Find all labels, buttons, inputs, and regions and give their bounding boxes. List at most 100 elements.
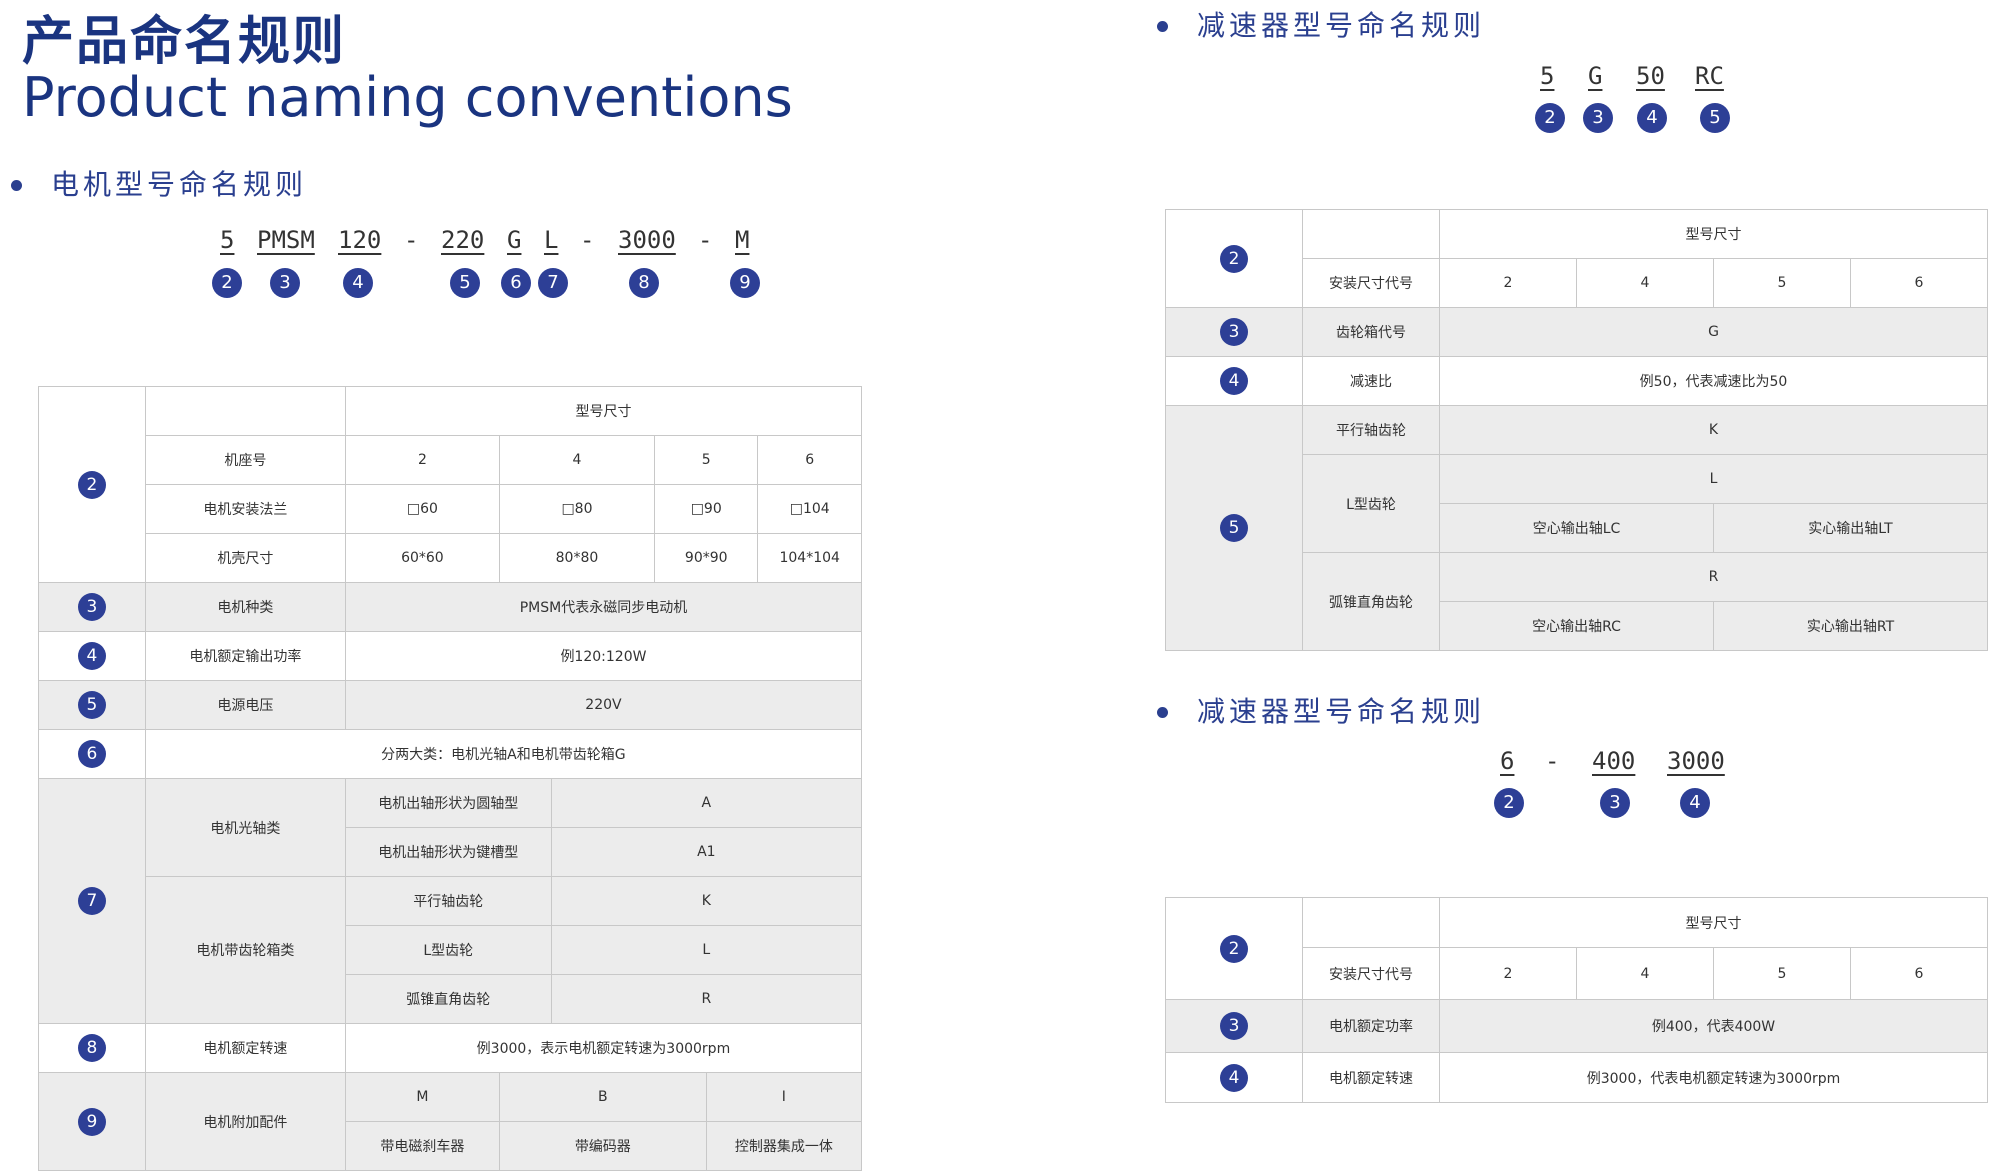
- marker-circle: 2: [77, 470, 106, 499]
- marker-circle: 2: [1494, 788, 1524, 818]
- row-marker: 5: [1165, 405, 1303, 651]
- row-marker: 3: [38, 582, 146, 632]
- blank-cell: [1302, 897, 1440, 948]
- code-separator: -: [404, 226, 419, 254]
- lgear-code: L: [550, 925, 863, 975]
- frame-value: 5: [654, 435, 759, 485]
- shaft-label: 电机光轴类: [144, 778, 346, 877]
- voltage-value: 220V: [344, 680, 863, 730]
- code-part: 220: [441, 226, 485, 254]
- code-part: 3000: [1667, 747, 1725, 775]
- mount-value: 4: [1576, 258, 1714, 308]
- speed-value: 例3000，表示电机额定转速为3000rpm: [344, 1023, 863, 1073]
- gearbox-value: G: [1439, 307, 1988, 357]
- lgear-solid: 实心输出轴LT: [1713, 503, 1988, 553]
- marker-circle: 2: [1220, 244, 1248, 273]
- code-separator: -: [580, 226, 595, 254]
- gearbox-label: 齿轮箱代号: [1302, 307, 1440, 357]
- voltage-label: 电源电压: [144, 680, 346, 730]
- row-marker: 8: [38, 1023, 146, 1073]
- acc-code: M: [344, 1072, 500, 1122]
- flange-value: □104: [757, 484, 862, 534]
- bevel-code: R: [1439, 552, 1988, 602]
- marker-circle: 4: [343, 268, 373, 298]
- parallel-label: 平行轴齿轮: [1302, 405, 1440, 455]
- acc-value: 带编码器: [498, 1121, 707, 1171]
- code-part: RC: [1695, 62, 1724, 90]
- reducer1-spec-table: 2 型号尺寸 安装尺寸代号 2 4 5 6 3 齿轮箱代号 G 4 减速比 例5…: [1165, 209, 1988, 651]
- marker-circle: 3: [77, 593, 106, 621]
- row-marker: 3: [1165, 999, 1303, 1053]
- code-part: 5: [220, 226, 235, 254]
- acc-value: 带电磁刹车器: [344, 1121, 500, 1171]
- marker-circle: 9: [77, 1107, 106, 1136]
- mount-value: 4: [1576, 947, 1714, 1000]
- parallel-code: K: [550, 876, 863, 926]
- lgear-label: L型齿轮: [1302, 454, 1440, 553]
- mount-value: 5: [1713, 258, 1851, 308]
- mount-value: 6: [1850, 947, 1988, 1000]
- marker-circle: 3: [1583, 103, 1613, 133]
- mount-value: 6: [1850, 258, 1988, 308]
- code-part: 5: [1540, 62, 1555, 90]
- marker-circle: 4: [1637, 103, 1667, 133]
- mount-value: 2: [1439, 947, 1577, 1000]
- code-part: 6: [1500, 747, 1515, 775]
- marker-circle: 2: [212, 268, 242, 298]
- code-part: 120: [338, 226, 382, 254]
- code-part: PMSM: [257, 226, 315, 254]
- power-value: 例400，代表400W: [1439, 999, 1988, 1053]
- flange-value: □60: [344, 484, 500, 534]
- bevel-label: 弧锥直角齿轮: [1302, 552, 1440, 651]
- bullet-icon: [1157, 21, 1168, 32]
- row-marker: 2: [1165, 209, 1303, 308]
- lgear-hollow: 空心输出轴LC: [1439, 503, 1714, 553]
- row-marker: 5: [38, 680, 146, 730]
- marker-circle: 3: [1220, 318, 1248, 346]
- marker-circle: 5: [450, 268, 480, 298]
- code-part: 3000: [618, 226, 676, 254]
- speed-value: 例3000，代表电机额定转速为3000rpm: [1439, 1052, 1988, 1103]
- frame-value: 6: [757, 435, 862, 485]
- size-header: 型号尺寸: [1439, 897, 1988, 948]
- marker-circle: 7: [538, 268, 568, 298]
- ratio-label: 减速比: [1302, 356, 1440, 406]
- marker-circle: 4: [77, 642, 106, 670]
- marker-circle: 4: [1220, 1063, 1248, 1092]
- marker-circle: 5: [1220, 514, 1248, 542]
- row-marker: 2: [1165, 897, 1303, 1000]
- parallel-code: K: [1439, 405, 1988, 455]
- marker-circle: 2: [1535, 103, 1565, 133]
- shaft-round-code: A: [550, 778, 863, 828]
- motor-code-line: 5 PMSM 120 - 220 G L - 3000 - M: [0, 226, 900, 256]
- shaft-key-code: A1: [550, 827, 863, 877]
- shaft-round-label: 电机出轴形状为圆轴型: [344, 778, 552, 828]
- blank-cell: [144, 386, 346, 436]
- flange-value: □90: [654, 484, 759, 534]
- row-marker: 2: [38, 386, 146, 583]
- marker-circle: 3: [270, 268, 300, 298]
- speed-label: 电机额定转速: [1302, 1052, 1440, 1103]
- acc-code: B: [498, 1072, 707, 1122]
- housing-value: 60*60: [344, 533, 500, 583]
- type-label: 电机种类: [144, 582, 346, 632]
- code-part: L: [544, 226, 559, 254]
- marker-circle: 3: [1220, 1012, 1248, 1040]
- bullet-icon: [11, 180, 22, 191]
- mount-label: 安装尺寸代号: [1302, 947, 1440, 1000]
- acc-label: 电机附加配件: [144, 1072, 346, 1171]
- section-heading-reducer-1-text: 减速器型号命名规则: [1197, 9, 1486, 42]
- frame-label: 机座号: [144, 435, 346, 485]
- section-heading-motor: 电机型号命名规则: [11, 168, 308, 202]
- marker-circle: 5: [77, 691, 106, 719]
- parallel-label: 平行轴齿轮: [344, 876, 552, 926]
- acc-value: 控制器集成一体: [705, 1121, 863, 1171]
- ratio-value: 例50，代表减速比为50: [1439, 356, 1988, 406]
- row-marker: 7: [38, 778, 146, 1024]
- size-header: 型号尺寸: [1439, 209, 1988, 259]
- section-heading-motor-text: 电机型号命名规则: [51, 168, 308, 201]
- flange-label: 电机安装法兰: [144, 484, 346, 534]
- flange-value: □80: [498, 484, 656, 534]
- marker-circle: 2: [1220, 934, 1248, 963]
- marker-circle: 8: [629, 268, 659, 298]
